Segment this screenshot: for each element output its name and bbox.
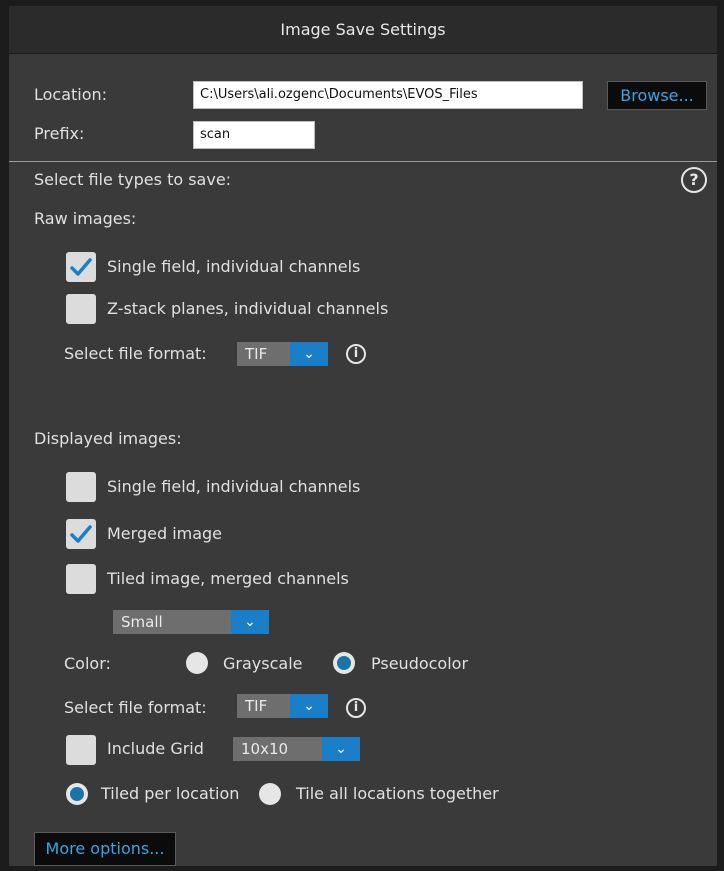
grayscale-label: Grayscale (223, 654, 303, 673)
raw-format-label: Select file format: (64, 344, 207, 363)
raw-format-value: TIF (237, 342, 290, 366)
grid-size-dropdown[interactable]: 10x10 ⌄ (233, 737, 360, 761)
merged-image-label: Merged image (107, 524, 223, 543)
prefix-label: Prefix: (34, 124, 85, 143)
raw-zstack-label: Z-stack planes, individual channels (107, 299, 389, 318)
displayed-format-dropdown[interactable]: TIF ⌄ (237, 694, 328, 718)
file-types-heading: Select file types to save: (34, 170, 232, 189)
tiled-image-checkbox[interactable] (66, 564, 96, 594)
raw-format-dropdown[interactable]: TIF ⌄ (237, 342, 328, 366)
checkmark-icon (70, 525, 92, 543)
displayed-format-label: Select file format: (64, 698, 207, 717)
raw-single-field-checkbox[interactable] (66, 252, 96, 282)
chevron-down-icon: ⌄ (290, 342, 328, 366)
chevron-down-icon: ⌄ (322, 737, 360, 761)
pseudocolor-label: Pseudocolor (371, 654, 469, 673)
tiled-per-location-label: Tiled per location (101, 784, 240, 803)
image-save-settings-dialog: Image Save Settings Location: C:\Users\a… (9, 6, 717, 866)
merged-image-checkbox[interactable] (66, 519, 96, 549)
displayed-single-field-label: Single field, individual channels (107, 477, 361, 496)
tile-size-dropdown[interactable]: Small ⌄ (113, 610, 269, 634)
pseudocolor-radio[interactable] (333, 652, 355, 674)
question-circle-icon[interactable]: ? (681, 167, 707, 193)
location-input[interactable]: C:\Users\ali.ozgenc\Documents\EVOS_Files (193, 81, 583, 109)
info-icon[interactable]: i (346, 344, 366, 364)
prefix-input[interactable]: scan (193, 121, 315, 149)
tile-all-locations-radio[interactable] (259, 783, 281, 805)
tile-all-locations-label: Tile all locations together (296, 784, 499, 803)
browse-button[interactable]: Browse... (607, 81, 707, 110)
tiled-per-location-radio[interactable] (66, 783, 88, 805)
color-label: Color: (64, 654, 111, 673)
displayed-single-field-checkbox[interactable] (66, 472, 96, 502)
info-icon[interactable]: i (346, 698, 366, 718)
include-grid-checkbox[interactable] (66, 735, 96, 765)
chevron-down-icon: ⌄ (231, 610, 269, 634)
raw-images-heading: Raw images: (34, 209, 137, 228)
raw-single-field-label: Single field, individual channels (107, 257, 361, 276)
grid-size-value: 10x10 (233, 737, 322, 761)
checkmark-icon (70, 258, 92, 276)
divider (9, 161, 717, 162)
tiled-image-label: Tiled image, merged channels (107, 569, 349, 588)
more-options-button[interactable]: More options... (34, 832, 176, 866)
raw-zstack-checkbox[interactable] (66, 294, 96, 324)
tile-size-value: Small (113, 610, 231, 634)
displayed-images-heading: Displayed images: (34, 429, 182, 448)
grayscale-radio[interactable] (186, 652, 208, 674)
dialog-title: Image Save Settings (9, 6, 717, 54)
location-label: Location: (34, 85, 108, 104)
displayed-format-value: TIF (237, 694, 290, 718)
include-grid-label: Include Grid (107, 739, 204, 758)
chevron-down-icon: ⌄ (290, 694, 328, 718)
